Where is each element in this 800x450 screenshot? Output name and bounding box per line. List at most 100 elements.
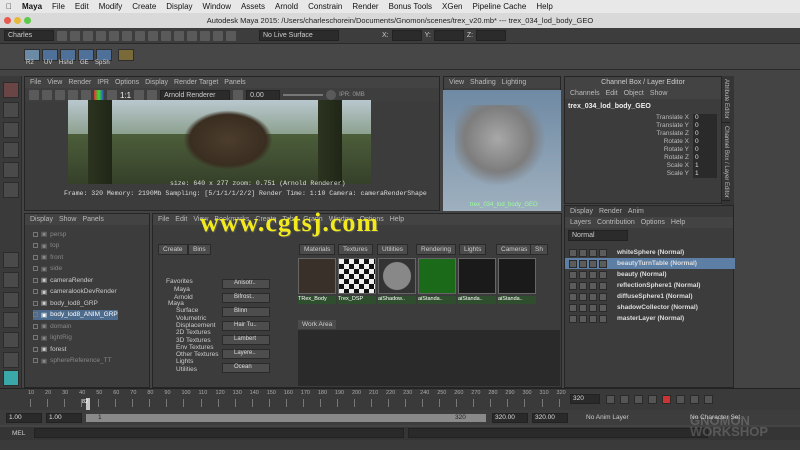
render-layer[interactable]: diffuseSphere1 (Normal) xyxy=(565,291,735,302)
outliner-item[interactable]: ▣ front xyxy=(33,252,63,262)
layer-override-icon[interactable] xyxy=(599,303,607,312)
layer-render-icon[interactable] xyxy=(579,303,587,312)
channel-value[interactable]: 0 xyxy=(693,114,717,122)
menu-item-ipr[interactable]: IPR xyxy=(97,79,109,86)
menu-item-panels[interactable]: Panels xyxy=(82,216,103,223)
node-category[interactable]: Other Textures xyxy=(176,351,219,358)
expand-icon[interactable] xyxy=(33,358,38,363)
cmd-input[interactable] xyxy=(34,428,404,438)
channel-row[interactable]: Translate Z 0 xyxy=(565,130,721,138)
channel-row[interactable]: Rotate X 0 xyxy=(565,138,721,146)
hypershade-tab-lights[interactable]: Lights xyxy=(459,244,487,255)
channel-value[interactable]: 0 xyxy=(693,154,717,162)
menu-bonus-tools[interactable]: Bonus Tools xyxy=(389,2,432,11)
end-time-field[interactable]: 320.00 xyxy=(532,413,568,423)
menu-edit[interactable]: Edit xyxy=(75,2,89,11)
layer-render-icon[interactable] xyxy=(579,292,587,301)
select-tool-icon[interactable] xyxy=(3,82,19,98)
menu-item-options[interactable]: Options xyxy=(115,79,139,86)
menu-item-render[interactable]: Render xyxy=(599,208,622,215)
render-layer[interactable]: beautyTurnTable (Normal) xyxy=(565,258,735,269)
anim-layer-select[interactable]: No Anim Layer xyxy=(586,414,629,421)
expand-icon[interactable] xyxy=(33,335,38,340)
trex-model[interactable] xyxy=(455,105,550,190)
material-swatch[interactable] xyxy=(338,258,376,294)
layer-override-icon[interactable] xyxy=(599,292,607,301)
menu-item-display[interactable]: Display xyxy=(145,79,168,86)
timeline-end-label[interactable]: 320 xyxy=(570,394,600,404)
menu-window[interactable]: Window xyxy=(203,2,231,11)
create-node-button[interactable]: Layere.. xyxy=(222,349,270,359)
menu-maya[interactable]: Maya xyxy=(22,2,42,11)
snap-point-icon[interactable] xyxy=(187,30,197,41)
refresh-icon[interactable] xyxy=(55,90,65,100)
outliner-item[interactable]: ▣ persp xyxy=(33,229,66,239)
hypershade-tab-textures[interactable]: Textures xyxy=(338,244,373,255)
render-layer[interactable]: reflectionSphere1 (Normal) xyxy=(565,280,735,291)
layer-override-icon[interactable] xyxy=(599,314,607,323)
y-field[interactable] xyxy=(433,30,464,41)
render-layer[interactable]: beauty (Normal) xyxy=(565,269,735,280)
channel-value[interactable]: 0 xyxy=(693,138,717,146)
menu-item-options[interactable]: Options xyxy=(641,219,665,226)
menu-modify[interactable]: Modify xyxy=(99,2,123,11)
layer-override-icon[interactable] xyxy=(599,281,607,290)
renderer-select[interactable]: Arnold Renderer xyxy=(160,89,231,101)
channel-row[interactable]: Translate Y 0 xyxy=(565,122,721,130)
menu-item-contribution[interactable]: Contribution xyxy=(597,219,635,226)
expand-icon[interactable] xyxy=(33,312,38,317)
outliner-item[interactable]: ▣ body_lod8_GRP xyxy=(33,298,98,308)
menu-render[interactable]: Render xyxy=(352,2,378,11)
render-settings-icon[interactable] xyxy=(226,30,236,41)
expand-icon[interactable] xyxy=(33,277,38,283)
keep-image-icon[interactable] xyxy=(134,90,145,100)
node-category[interactable]: Utilities xyxy=(176,366,197,373)
zoom-icon[interactable] xyxy=(24,17,31,24)
playback-start-field[interactable]: 1.00 xyxy=(46,413,82,423)
menu-item-panels[interactable]: Panels xyxy=(224,79,245,86)
rotate-tool-icon[interactable] xyxy=(3,162,19,178)
menu-xgen[interactable]: XGen xyxy=(442,2,462,11)
layout-outliner-icon[interactable] xyxy=(3,332,19,348)
save-scene-icon[interactable] xyxy=(83,30,93,41)
menu-help[interactable]: Help xyxy=(536,2,552,11)
render-frame-icon[interactable] xyxy=(200,30,210,41)
create-node-button[interactable]: Ocean xyxy=(222,363,270,373)
zoom-ratio[interactable]: 1:1 xyxy=(120,91,131,100)
start-time-field[interactable]: 1.00 xyxy=(6,413,42,423)
x-field[interactable] xyxy=(391,30,422,41)
menu-item-help[interactable]: Help xyxy=(390,216,404,223)
exposure-slider[interactable] xyxy=(283,94,324,96)
gamma-icon[interactable] xyxy=(326,90,337,100)
playback-end-field[interactable]: 320.00 xyxy=(492,413,528,423)
outliner-item[interactable]: ▣ body_lod8_ANIM_GRP xyxy=(33,309,118,320)
render-layer[interactable]: shadowCollector (Normal) xyxy=(565,302,735,313)
paint-select-icon[interactable] xyxy=(3,122,19,138)
layout-graph-icon[interactable] xyxy=(3,352,19,368)
channel-value[interactable]: 0 xyxy=(693,130,717,138)
outliner-item[interactable]: ▣ forest xyxy=(33,344,66,354)
node-category[interactable]: Maya xyxy=(168,300,184,307)
layer-visibility-icon[interactable] xyxy=(569,303,577,312)
layer-settings-icon[interactable] xyxy=(589,259,597,268)
hypershade-tab-bins[interactable]: Bins xyxy=(188,244,211,255)
menu-item-edit[interactable]: Edit xyxy=(175,216,187,223)
color-channels-icon[interactable] xyxy=(94,90,104,100)
exposure-field[interactable]: 0.00 xyxy=(246,89,281,101)
create-node-button[interactable]: Blinn xyxy=(222,307,270,317)
scale-tool-icon[interactable] xyxy=(3,182,19,198)
render-layer[interactable]: whiteSphere (Normal) xyxy=(565,247,735,258)
create-node-button[interactable]: Bifrost.. xyxy=(222,293,270,303)
menu-item-show[interactable]: Show xyxy=(59,216,77,223)
material-swatch[interactable] xyxy=(418,258,456,294)
hypershade-tab-create[interactable]: Create xyxy=(158,244,188,255)
menu-item-render-target[interactable]: Render Target xyxy=(174,79,218,86)
layout-single-icon[interactable] xyxy=(3,252,19,268)
range-bar[interactable] xyxy=(86,414,486,422)
channel-row[interactable]: Scale Y 1 xyxy=(565,170,721,178)
outliner-item[interactable]: ▣ top xyxy=(33,241,59,251)
expand-icon[interactable] xyxy=(33,323,38,329)
layer-visibility-icon[interactable] xyxy=(569,259,577,268)
next-key-icon[interactable] xyxy=(690,395,699,404)
outliner-item[interactable]: ▣ side xyxy=(33,264,62,274)
